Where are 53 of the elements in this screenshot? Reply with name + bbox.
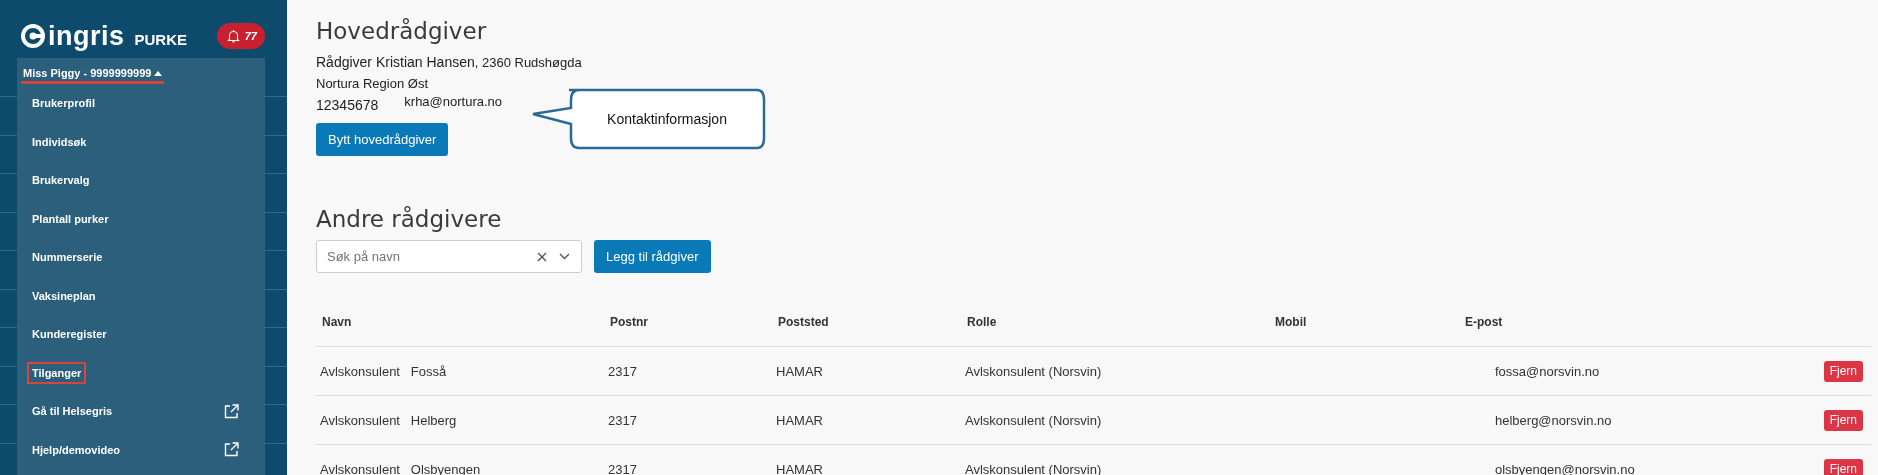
chevron-down-icon	[559, 253, 570, 260]
menu-item[interactable]: Vaksineplan	[27, 284, 101, 307]
table-cell-text: Avlskonsulent Helberg	[319, 412, 458, 428]
column-header: Mobil	[1274, 314, 1308, 329]
remove-button[interactable]: Fjern	[1823, 409, 1863, 431]
table-cell-text: HAMAR	[775, 363, 824, 379]
remove-button[interactable]: Fjern	[1823, 458, 1863, 475]
callout-bubble: Kontaktinformasjon	[531, 86, 767, 152]
advisor-email: krha@nortura.no	[404, 94, 503, 109]
bell-icon	[226, 29, 240, 43]
column-header: E-post	[1464, 314, 1504, 329]
product-name: PURKE	[134, 30, 188, 48]
caret-up-icon	[154, 70, 163, 76]
remove-button[interactable]: Fjern	[1823, 360, 1863, 382]
table-cell-text: 2317	[607, 412, 638, 428]
clear-icon	[537, 252, 547, 262]
table-cell-text: 2317	[607, 461, 638, 475]
external-link-icon	[224, 403, 239, 419]
table-cell-text: fossa@norsvin.no	[1494, 363, 1601, 379]
menu-item[interactable]: Brukerprofil	[27, 92, 100, 115]
column-header: Poststed	[777, 314, 830, 329]
menu-item[interactable]: Plantall purker	[27, 207, 114, 230]
logo-swirl-icon	[20, 23, 46, 49]
advisor-address: , 2360 Rudshøgda	[474, 55, 582, 70]
user-menu-toggle[interactable]: Miss Piggy - 9999999999	[21, 64, 165, 84]
menu-item[interactable]: Hjelp/demovideo	[27, 438, 126, 461]
menu-item[interactable]: Tilganger	[27, 361, 87, 384]
table-cell-text: Avlskonsulent Fosså	[319, 363, 448, 379]
advisor-phone: 12345678	[316, 97, 379, 113]
menu-item[interactable]: Nummerserie	[27, 246, 108, 269]
table-cell-text: HAMAR	[775, 412, 824, 428]
table-cell-text: 2317	[607, 363, 638, 379]
logo-text: ingris	[48, 20, 125, 52]
search-field[interactable]: Søk på navn	[316, 240, 582, 273]
table-cell-text: Avlskonsulent (Norsvin)	[964, 363, 1103, 379]
menu-item[interactable]: Individsøk	[27, 130, 92, 153]
section-title: Hovedrådgiver	[316, 18, 488, 44]
menu-item[interactable]: Gå til Helsegris	[27, 400, 118, 423]
notification-badge[interactable]: 77	[216, 23, 265, 49]
column-header: Rolle	[966, 314, 998, 329]
change-advisor-button[interactable]: Bytt hovedrådgiver	[316, 123, 449, 156]
table-cell-text: HAMAR	[775, 461, 824, 475]
menu-item[interactable]: Brukervalg	[27, 169, 95, 192]
table-cell-text: Avlskonsulent (Norsvin)	[964, 412, 1103, 428]
table-cell-text: helberg@norsvin.no	[1494, 412, 1613, 428]
menu-item[interactable]: Kunderegister	[27, 323, 112, 346]
section-title: Andre rådgivere	[316, 206, 503, 232]
external-link-icon	[224, 442, 239, 458]
add-advisor-button[interactable]: Legg til rådgiver	[594, 240, 711, 273]
advisor-name: Rådgiver Kristian Hansen	[316, 54, 475, 70]
column-header: Postnr	[609, 314, 649, 329]
column-header: Navn	[321, 314, 353, 329]
advisor-organization: Nortura Region Øst	[316, 76, 429, 91]
